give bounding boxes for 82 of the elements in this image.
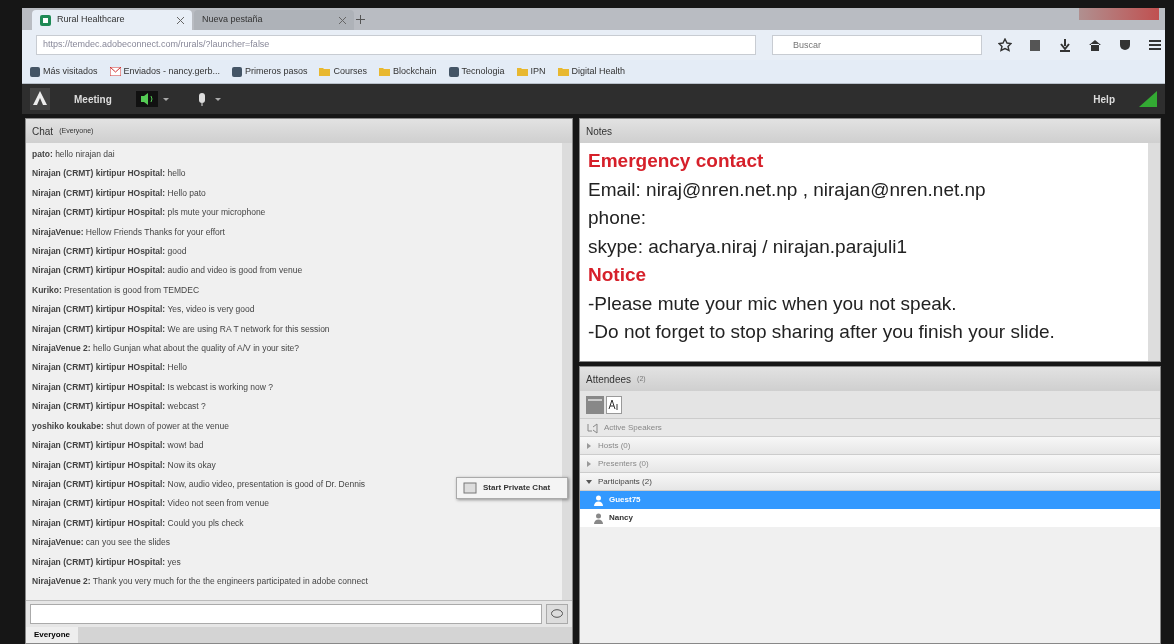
app-logo	[30, 88, 50, 110]
folder-icon	[516, 67, 528, 76]
bookmark-star-icon[interactable]	[998, 38, 1012, 52]
collapsed-arrow-icon	[586, 442, 592, 449]
chat-message: Nirajan (CRMT) kirtipur HOspital: Could you pls check	[32, 516, 244, 530]
folder-icon	[378, 67, 390, 76]
chat-message: pato: hello nirajan dai	[32, 148, 115, 161]
download-icon[interactable]	[1058, 38, 1072, 52]
chat-message: NirajaVenue 2: hello Gunjan what about the quality of A/V in your site?	[32, 342, 299, 356]
bookmark-link[interactable]: Primeros pasos	[231, 64, 308, 79]
chat-input[interactable]	[30, 604, 542, 624]
note-heading: Emergency contact	[588, 149, 765, 173]
pod-title: Notes	[586, 124, 613, 139]
close-icon[interactable]	[339, 16, 346, 24]
pod-title: Chat	[32, 124, 54, 139]
url-text: https://temdec.adobeconnect.com/rurals/?launcher=false	[43, 38, 270, 52]
connection-icon	[1139, 91, 1157, 107]
bookmark-link[interactable]: Courses	[319, 64, 367, 79]
chat-message: Nirajan (CRMT) kirtipur HOspital: Hello pato	[32, 186, 206, 200]
new-tab-icon[interactable]	[356, 14, 365, 24]
chat-message: NirajaVenue: Hellow Friends Thanks for your effort	[32, 225, 225, 239]
chat-message: Nirajan (CRMT) kirtipur HOspital: Now its okay	[32, 458, 216, 472]
note-text: phone:	[588, 206, 648, 230]
chat-message: Nirajan (CRMT) kirtipur HOspital: audio and video is good from venue	[32, 264, 303, 278]
active-speakers-label: Active Speakers	[604, 421, 662, 434]
note-text: skype: acharya.niraj / nirajan.parajuli1	[588, 234, 908, 259]
chat-tab[interactable]: Everyone	[26, 627, 79, 643]
collapsed-arrow-icon	[586, 460, 592, 467]
chat-message: Nirajan (CRMT) kirtipur HOspital: webcast ?	[32, 400, 206, 414]
chat-message: Nirajan (CRMT) kirtipur HOspital: good	[32, 245, 187, 259]
chat-icon	[463, 482, 477, 494]
bookmark-link[interactable]: Tecnologia	[448, 64, 505, 79]
chat-message: NirajaVenue 2: Thank you very much for the the engineers participated in adobe connect	[32, 574, 368, 588]
close-icon[interactable]	[177, 16, 184, 24]
chat-message: Nirajan (CRMT) kirtipur HOspital: yes	[32, 555, 181, 569]
chat-message: Nirajan (CRMT) kirtipur HOspital: hello	[32, 167, 186, 181]
bookmark-link[interactable]: Más visitados	[30, 64, 98, 79]
bookmark-link[interactable]: Digital Health	[557, 64, 626, 79]
address-bar[interactable]: https://temdec.adobeconnect.com/rurals/?launcher=false	[36, 35, 756, 55]
chat-message: Nirajan (CRMT) kirtipur HOspital: wow! bad	[32, 439, 204, 453]
page-icon	[231, 66, 242, 77]
pod-title: Attendees	[586, 372, 632, 387]
chat-message: Nirajan (CRMT) kirtipur HOspital: Hello	[32, 361, 187, 375]
menu-item[interactable]: Meeting	[74, 91, 112, 107]
page-icon	[40, 14, 51, 26]
chat-message: Nirajan (CRMT) kirtipur HOspital: Is webcast is working now ?	[32, 380, 273, 394]
chat-message: Nirajan (CRMT) kirtipur HOspital: Video not seen from venue	[32, 497, 269, 511]
speech-bubble-icon	[551, 609, 563, 619]
person-icon	[594, 494, 603, 506]
shield-icon[interactable]	[1118, 38, 1132, 52]
menu-icon[interactable]	[1148, 38, 1162, 52]
folder-icon	[319, 67, 331, 76]
note-text: -Do not forget to stop sharing after you finish your slide.	[588, 320, 1056, 344]
chat-message: NirajaVenue: can you see the slides	[32, 536, 170, 550]
attendee-row[interactable]: Nancy	[580, 509, 1160, 527]
note-heading: Notice	[588, 263, 648, 287]
chat-message: Nirajan (CRMT) kirtipur HOspital: Yes, video is very good	[32, 303, 255, 317]
menu-item[interactable]: Start Private Chat	[456, 477, 568, 499]
note-text: -Please mute your mic when you not speak.	[588, 291, 958, 316]
search-field[interactable]: Buscar	[772, 35, 982, 55]
chat-message: Nirajan (CRMT) kirtipur HOspital: Now, audio video, presentation is good of Dr. Dennis	[32, 477, 366, 491]
bookmark-link[interactable]: Enviados - nancy.gerb...	[109, 64, 220, 79]
folder-icon	[557, 67, 569, 76]
chat-message: Nirajan (CRMT) kirtipur HOspital: pls mute your microphone	[32, 206, 266, 220]
browser-tab[interactable]: Nueva pestaña	[194, 10, 354, 30]
menu-item[interactable]: Help	[1093, 91, 1115, 107]
page-icon	[448, 66, 459, 77]
mail-icon	[109, 67, 121, 76]
sort-icon[interactable]	[606, 395, 622, 414]
expanded-arrow-icon	[586, 478, 592, 485]
bookmark-link[interactable]: Blockchain	[378, 64, 437, 79]
home-icon[interactable]	[1088, 38, 1102, 52]
person-icon	[594, 512, 603, 524]
chat-message: Nirajan (CRMT) kirtipur HOspital: We are using RA T network for this session	[32, 322, 330, 336]
send-button[interactable]	[546, 604, 568, 624]
attendee-group[interactable]: Participants (2)	[580, 473, 1160, 491]
chat-message: yoshiko koukabe: shut down of power at the venue	[32, 419, 230, 433]
note-text: Email: niraj@nren.net.np , nirajan@nren.net.np	[588, 177, 987, 202]
chat-message: Kuriko: Presentation is good from TEMDEC	[32, 283, 200, 297]
browser-tab[interactable]: Rural Healthcare	[32, 10, 192, 30]
bookmark-link[interactable]: IPN	[516, 64, 546, 79]
page-icon	[30, 66, 40, 77]
